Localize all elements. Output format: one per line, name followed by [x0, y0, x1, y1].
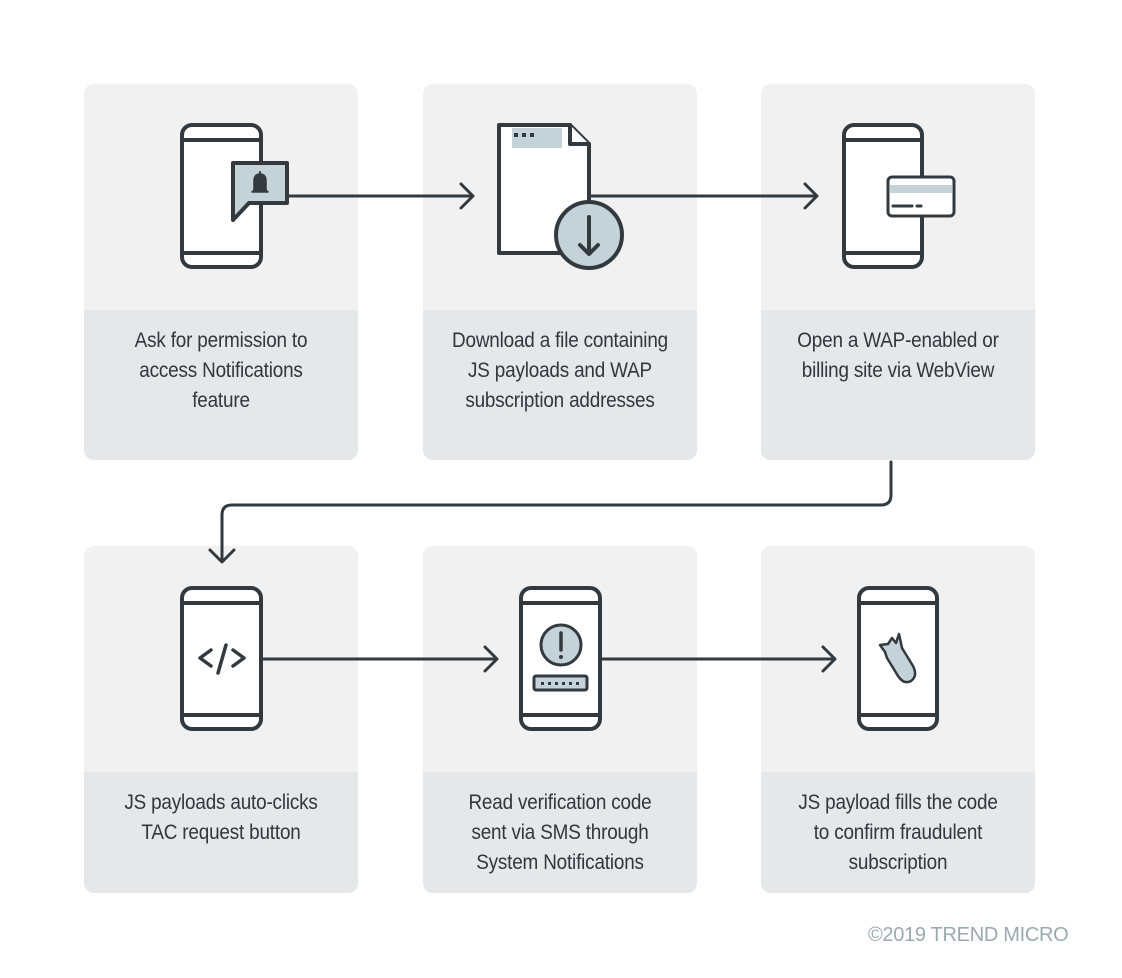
diagram-overlay — [180, 123, 956, 731]
phone-bomb-icon — [857, 586, 939, 731]
phone-notification-bell-icon — [180, 123, 289, 269]
phone-code-icon — [180, 586, 263, 731]
arrow-step1-to-step2 — [285, 182, 475, 210]
arrow-step4-to-step5 — [260, 645, 499, 673]
phone-alert-code-icon — [519, 586, 602, 731]
phone-credit-card-icon — [842, 123, 956, 269]
copyright-notice: ©2019 TREND MICRO — [868, 924, 1069, 946]
arrow-step2-to-step3 — [588, 182, 819, 210]
arrow-step5-to-step6 — [599, 645, 837, 673]
arrow-step3-to-step4 — [208, 460, 893, 564]
